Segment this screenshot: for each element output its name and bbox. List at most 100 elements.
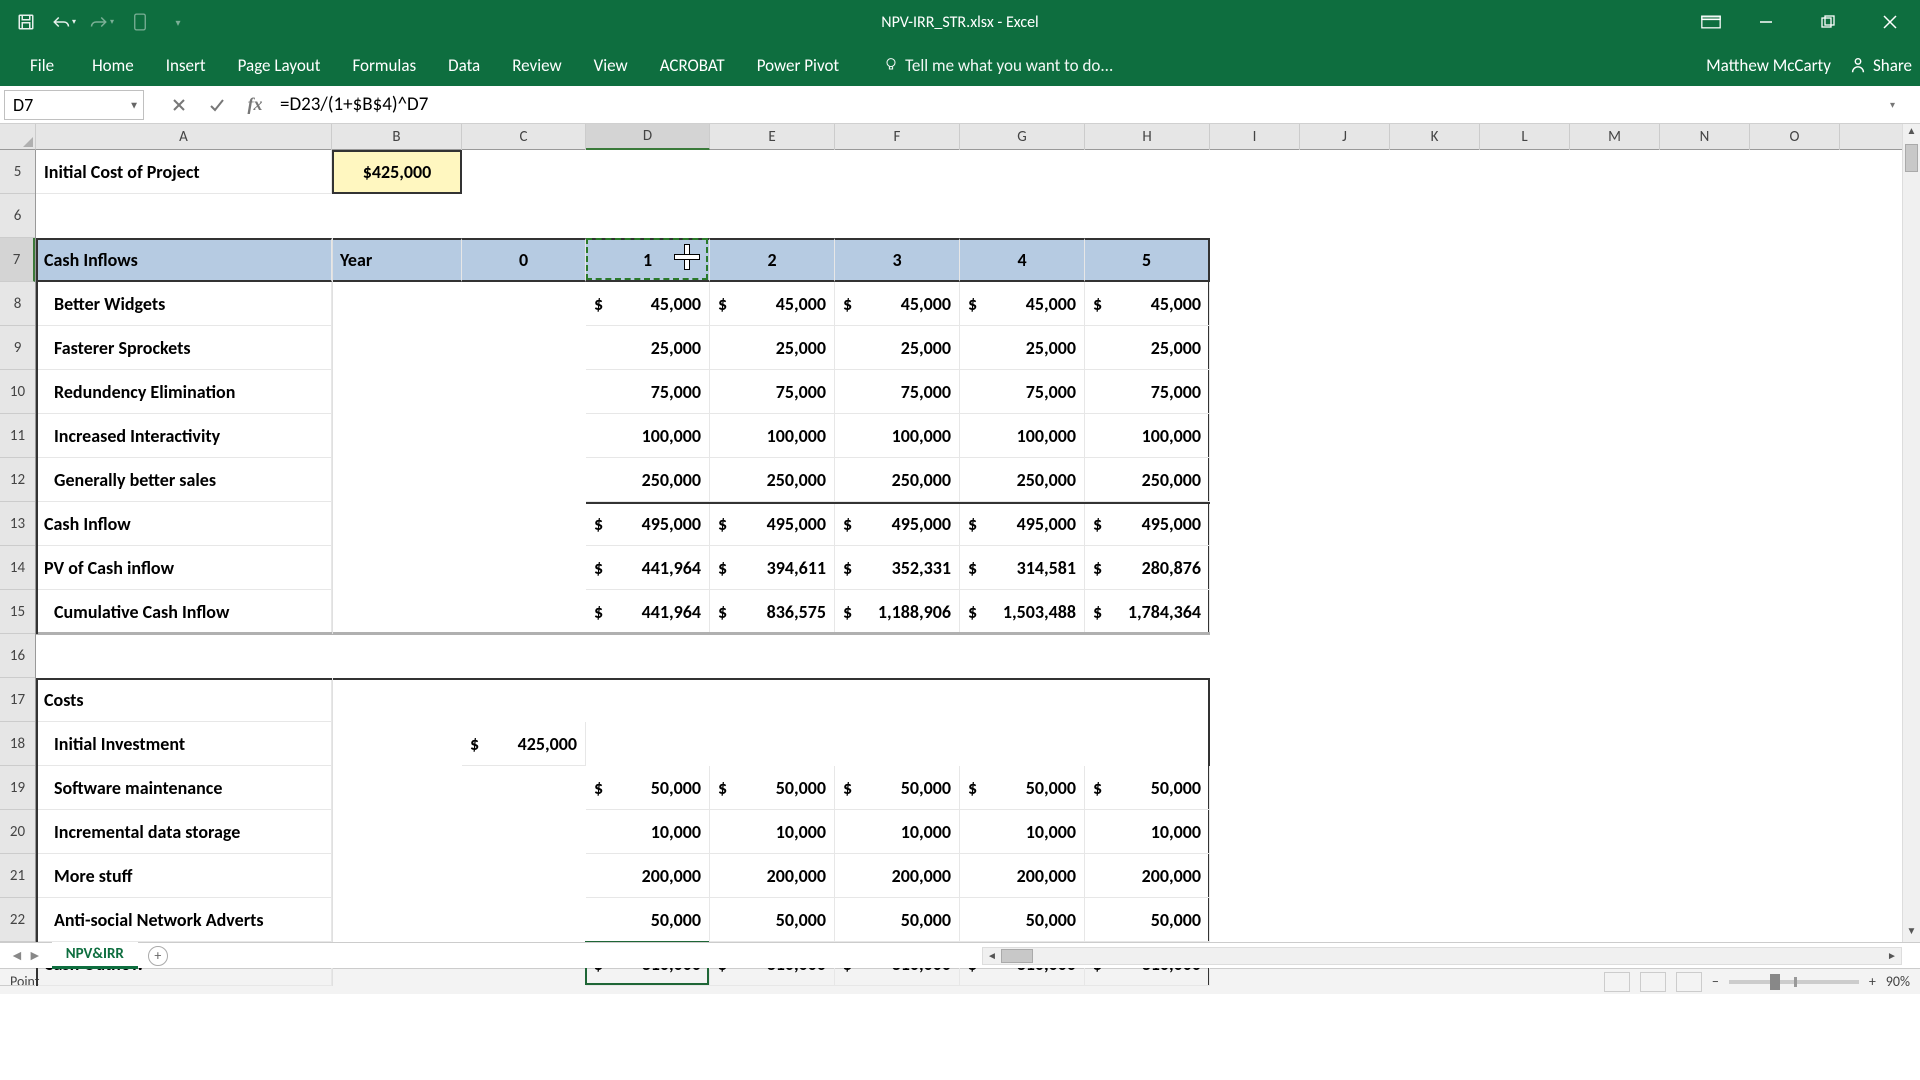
value-F9[interactable]: 25,000 xyxy=(835,326,960,370)
new-sheet-button[interactable]: + xyxy=(148,946,168,966)
year-header-F[interactable]: 3 xyxy=(835,238,960,282)
col-header-C[interactable]: C xyxy=(462,124,586,150)
cancel-formula-icon[interactable] xyxy=(168,94,190,116)
value-H22[interactable]: 50,000 xyxy=(1085,898,1210,942)
scroll-down-icon[interactable]: ▼ xyxy=(1903,924,1920,942)
vscroll-thumb[interactable] xyxy=(1905,144,1918,172)
value-F22[interactable]: 50,000 xyxy=(835,898,960,942)
value-G11[interactable]: 100,000 xyxy=(960,414,1085,458)
tab-review[interactable]: Review xyxy=(496,45,577,86)
label-12[interactable]: Generally better sales xyxy=(36,458,332,502)
label-22[interactable]: Anti-social Network Adverts xyxy=(36,898,332,942)
year-header-A[interactable]: Cash Inflows xyxy=(36,238,332,282)
label-19[interactable]: Software maintenance xyxy=(36,766,332,810)
share-button[interactable]: Share xyxy=(1849,55,1912,76)
row-header-19[interactable]: 19 xyxy=(0,766,35,810)
vertical-scrollbar[interactable]: ▲ ▼ xyxy=(1902,124,1920,942)
col-header-B[interactable]: B xyxy=(332,124,462,150)
formula-input[interactable]: =D23/(1+$B$4)^D7 xyxy=(280,89,1890,120)
col-header-I[interactable]: I xyxy=(1210,124,1300,150)
value-D11[interactable]: 100,000 xyxy=(586,414,710,458)
value-H21[interactable]: 200,000 xyxy=(1085,854,1210,898)
row-header-13[interactable]: 13 xyxy=(0,502,35,546)
value-C18[interactable]: $425,000 xyxy=(462,722,586,766)
year-header-E[interactable]: 2 xyxy=(710,238,835,282)
row-header-6[interactable]: 6 xyxy=(0,194,35,238)
page-layout-view-icon[interactable] xyxy=(1640,972,1666,992)
row-header-5[interactable]: 5 xyxy=(0,150,35,194)
row-header-21[interactable]: 21 xyxy=(0,854,35,898)
display-options-icon[interactable] xyxy=(1688,0,1734,44)
row-header-20[interactable]: 20 xyxy=(0,810,35,854)
value-G8[interactable]: $45,000 xyxy=(960,282,1085,326)
value-D21[interactable]: 200,000 xyxy=(586,854,710,898)
sheet-nav-next-icon[interactable]: ► xyxy=(28,947,42,964)
normal-view-icon[interactable] xyxy=(1604,972,1630,992)
tab-home[interactable]: Home xyxy=(76,45,150,86)
minimize-icon[interactable] xyxy=(1736,0,1796,44)
row-header-18[interactable]: 18 xyxy=(0,722,35,766)
zoom-slider[interactable] xyxy=(1729,980,1859,984)
select-all-button[interactable] xyxy=(0,124,36,150)
col-header-J[interactable]: J xyxy=(1300,124,1390,150)
value-E12[interactable]: 250,000 xyxy=(710,458,835,502)
touch-mode-icon[interactable] xyxy=(128,10,152,34)
label-20[interactable]: Incremental data storage xyxy=(36,810,332,854)
value-F13[interactable]: $495,000 xyxy=(835,502,960,546)
name-box[interactable]: D7 ▼ xyxy=(4,90,144,120)
col-header-K[interactable]: K xyxy=(1390,124,1480,150)
row-header-9[interactable]: 9 xyxy=(0,326,35,370)
row-header-17[interactable]: 17 xyxy=(0,678,35,722)
value-H19[interactable]: $50,000 xyxy=(1085,766,1210,810)
tab-file[interactable]: File xyxy=(8,45,76,86)
value-E22[interactable]: 50,000 xyxy=(710,898,835,942)
scroll-left-icon[interactable]: ◄ xyxy=(983,949,1001,962)
col-header-N[interactable]: N xyxy=(1660,124,1750,150)
label-8[interactable]: Better Widgets xyxy=(36,282,332,326)
value-D10[interactable]: 75,000 xyxy=(586,370,710,414)
value-G22[interactable]: 50,000 xyxy=(960,898,1085,942)
row-header-7[interactable]: 7 xyxy=(0,238,35,282)
tell-me-search[interactable]: Tell me what you want to do... xyxy=(855,55,1113,76)
label-17[interactable]: Costs xyxy=(36,678,332,722)
value-F15[interactable]: $1,188,906 xyxy=(835,590,960,634)
row-header-22[interactable]: 22 xyxy=(0,898,35,942)
value-D22[interactable]: 50,000 xyxy=(586,898,710,942)
value-G19[interactable]: $50,000 xyxy=(960,766,1085,810)
tab-page-layout[interactable]: Page Layout xyxy=(222,45,337,86)
sheet-tab-active[interactable]: NPV&IRR xyxy=(52,942,138,969)
value-G21[interactable]: 200,000 xyxy=(960,854,1085,898)
value-H14[interactable]: $280,876 xyxy=(1085,546,1210,590)
value-G9[interactable]: 25,000 xyxy=(960,326,1085,370)
year-header-H[interactable]: 5 xyxy=(1085,238,1210,282)
tab-insert[interactable]: Insert xyxy=(150,45,222,86)
label-9[interactable]: Fasterer Sprockets xyxy=(36,326,332,370)
year-header-D[interactable]: 1 xyxy=(586,238,710,282)
label-18[interactable]: Initial Investment xyxy=(36,722,332,766)
label-10[interactable]: Redundency Elimination xyxy=(36,370,332,414)
col-header-L[interactable]: L xyxy=(1480,124,1570,150)
row-header-12[interactable]: 12 xyxy=(0,458,35,502)
value-H11[interactable]: 100,000 xyxy=(1085,414,1210,458)
value-H8[interactable]: $45,000 xyxy=(1085,282,1210,326)
sheet-nav-prev-icon[interactable]: ◄ xyxy=(10,947,24,964)
row-header-10[interactable]: 10 xyxy=(0,370,35,414)
value-F10[interactable]: 75,000 xyxy=(835,370,960,414)
value-E9[interactable]: 25,000 xyxy=(710,326,835,370)
value-D15[interactable]: $441,964 xyxy=(586,590,710,634)
expand-formula-bar-icon[interactable]: ▾ xyxy=(1890,98,1914,111)
col-header-E[interactable]: E xyxy=(710,124,835,150)
value-F14[interactable]: $352,331 xyxy=(835,546,960,590)
label-11[interactable]: Increased Interactivity xyxy=(36,414,332,458)
zoom-in-icon[interactable]: + xyxy=(1869,973,1876,990)
tab-view[interactable]: View xyxy=(578,45,644,86)
value-E10[interactable]: 75,000 xyxy=(710,370,835,414)
value-H10[interactable]: 75,000 xyxy=(1085,370,1210,414)
tab-power-pivot[interactable]: Power Pivot xyxy=(741,45,855,86)
row-header-8[interactable]: 8 xyxy=(0,282,35,326)
year-header-C[interactable]: 0 xyxy=(462,238,586,282)
value-F20[interactable]: 10,000 xyxy=(835,810,960,854)
save-icon[interactable] xyxy=(14,10,38,34)
maximize-icon[interactable] xyxy=(1798,0,1858,44)
page-break-view-icon[interactable] xyxy=(1676,972,1702,992)
